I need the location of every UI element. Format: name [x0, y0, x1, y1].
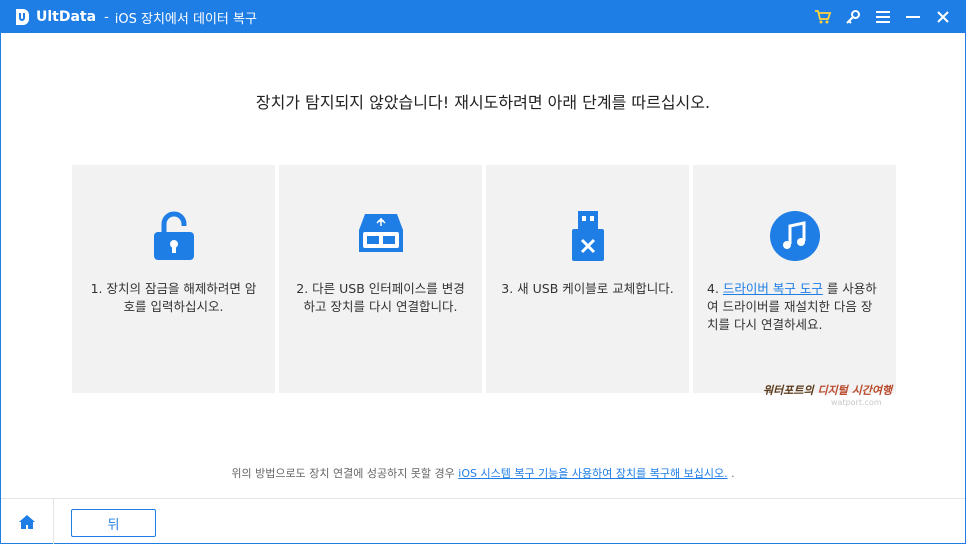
home-icon [19, 515, 35, 529]
unlock-icon [153, 211, 194, 260]
step-4-text: 4. 드라이버 복구 도구 를 사용하여 드라이버를 재설치한 다음 장치를 다… [707, 281, 877, 332]
step-card-unlock: 1. 장치의 잠금을 해제하려면 암호를 입력하십시오. [72, 165, 275, 393]
ios-system-repair-link[interactable]: iOS 시스템 복구 기능을 사용하여 장치를 복구해 보십시오. [458, 467, 727, 480]
ultdata-logo-icon [14, 8, 30, 26]
home-button[interactable] [1, 499, 54, 544]
back-button[interactable]: 뒤 [71, 509, 156, 537]
page-headline: 장치가 탐지되지 않았습니다! 재시도하려면 아래 단계를 따르십시오. [255, 93, 711, 112]
bottom-bar: 뒤 [1, 498, 965, 544]
minimize-icon[interactable] [901, 5, 925, 29]
step-card-usb-port: 2. 다른 USB 인터페이스를 변경하고 장치를 다시 연결합니다. [279, 165, 482, 393]
key-icon[interactable] [841, 5, 865, 29]
watermark-url: watport.com [831, 398, 882, 407]
usb-cable-x-icon [571, 211, 604, 261]
menu-icon[interactable] [871, 5, 895, 29]
title-separator: - [104, 9, 109, 25]
driver-repair-tool-link[interactable]: 드라이버 복구 도구 [723, 281, 823, 296]
title-bar: UltData - iOS 장치에서 데이터 복구 [1, 1, 965, 33]
close-icon[interactable] [931, 5, 955, 29]
step-card-usb-cable: 3. 새 USB 케이블로 교체합니다. [486, 165, 689, 393]
steps-cards: 1. 장치의 잠금을 해제하려면 암호를 입력하십시오. 2. 다른 USB 인… [72, 165, 896, 393]
step-2-text: 2. 다른 USB 인터페이스를 변경하고 장치를 다시 연결합니다. [296, 281, 465, 314]
cart-icon[interactable] [811, 5, 835, 29]
step-1-text: 1. 장치의 잠금을 해제하려면 암호를 입력하십시오. [90, 281, 257, 314]
app-name: UltData [36, 9, 97, 25]
step-3-text: 3. 새 USB 케이블로 교체합니다. [501, 281, 674, 296]
watermark: 워터포트의 디지털 시간여행 [763, 384, 893, 397]
music-note-icon [769, 211, 820, 261]
window-subtitle: iOS 장치에서 데이터 복구 [114, 11, 257, 27]
step-card-driver: 4. 드라이버 복구 도구 를 사용하여 드라이버를 재설치한 다음 장치를 다… [693, 165, 896, 393]
app-window: UltData - iOS 장치에서 데이터 복구 장치가 탐지되지 않았습니다… [0, 0, 966, 544]
titlebar-controls [805, 1, 955, 33]
footnote: 위의 방법으로도 장치 연결에 성공하지 못할 경우 iOS 시스템 복구 기능… [231, 467, 735, 480]
usb-port-icon [358, 214, 403, 252]
